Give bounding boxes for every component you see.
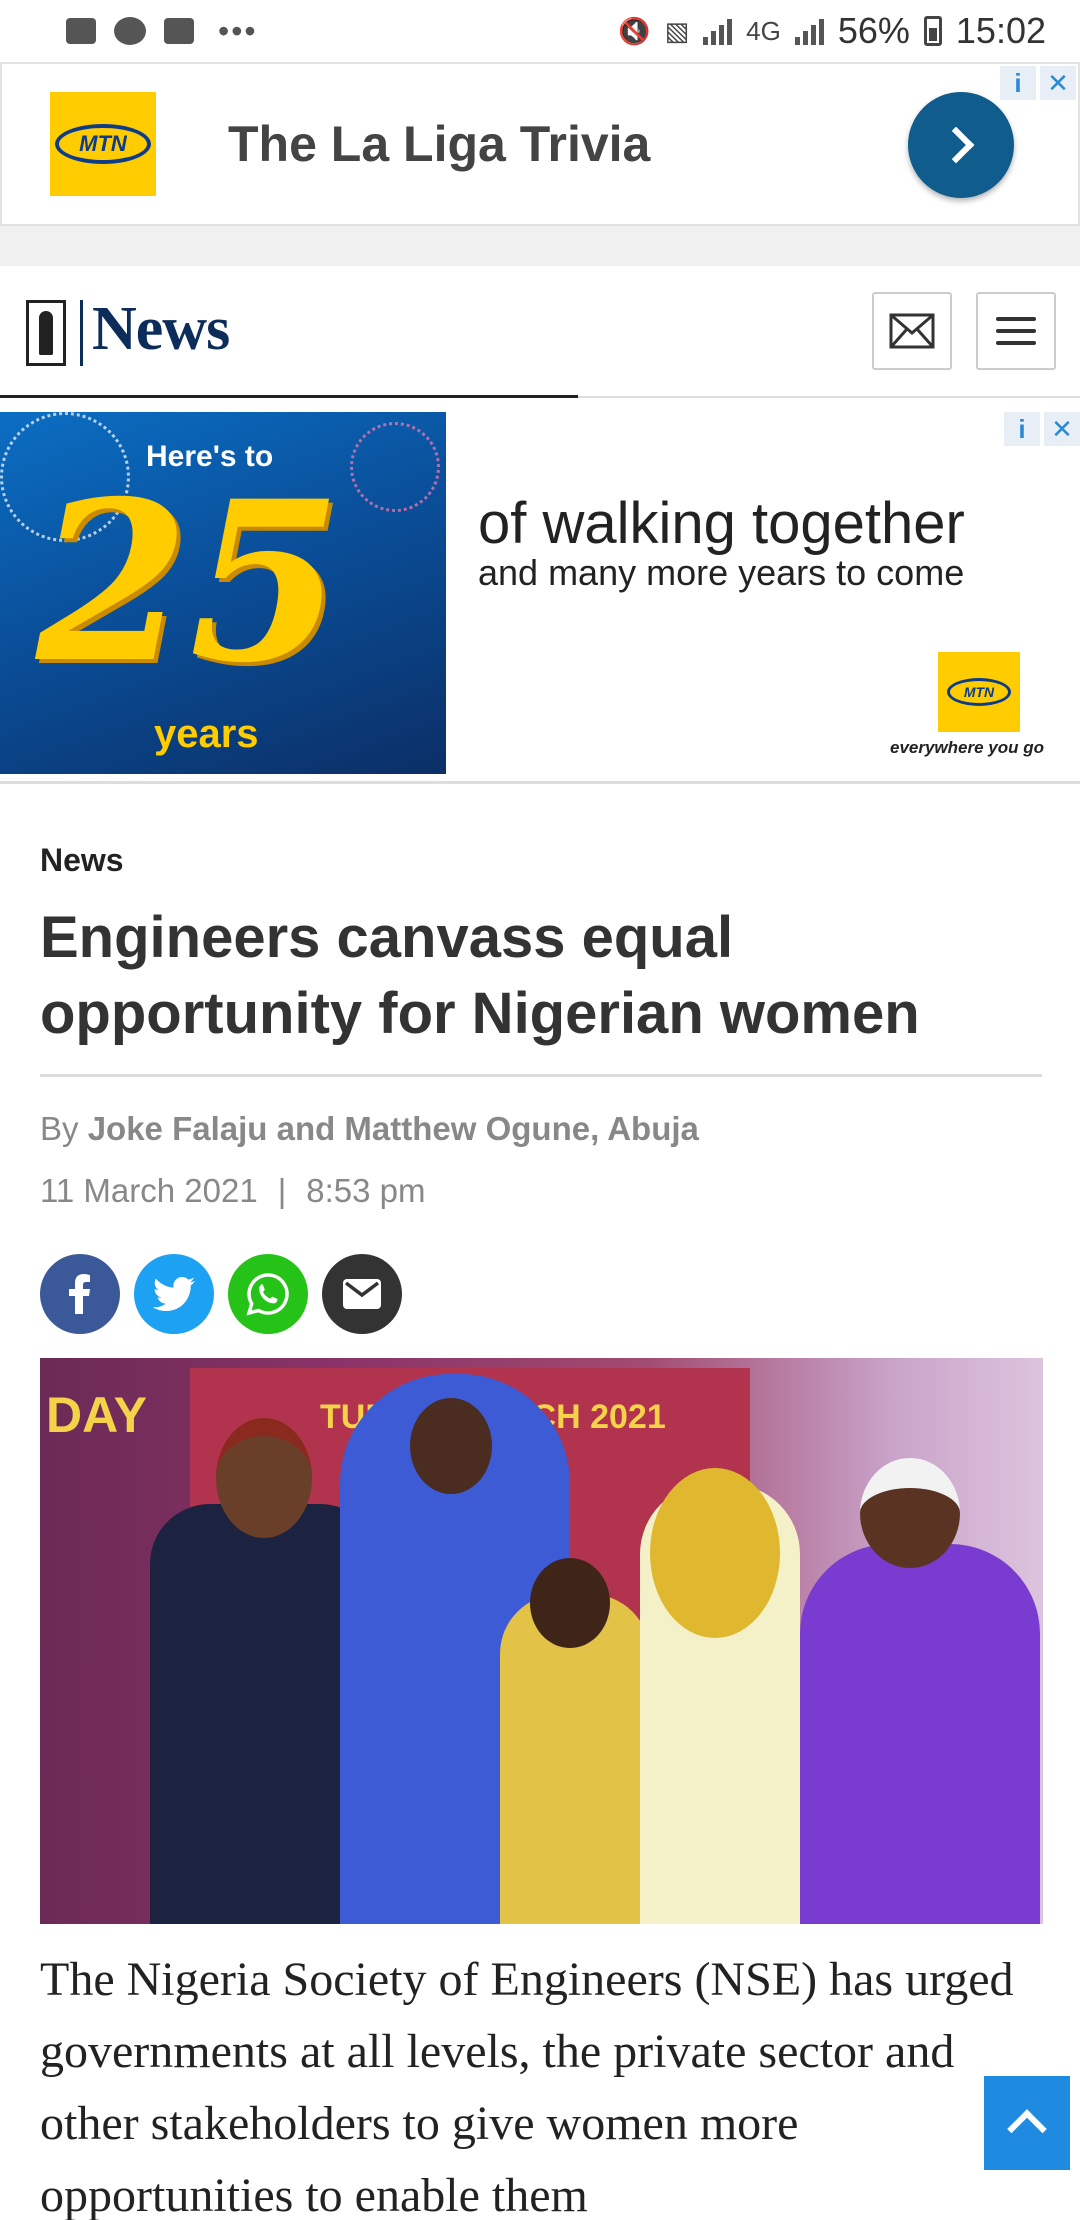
anniversary-artwork: Here's to 25 years xyxy=(0,412,446,774)
article-time: 8:53 pm xyxy=(306,1172,426,1209)
person-head xyxy=(860,1458,960,1568)
cloud-icon xyxy=(114,17,146,45)
signal-icon xyxy=(703,17,733,45)
ad-years: years xyxy=(154,712,259,756)
article-body: The Nigeria Society of Engineers (NSE) h… xyxy=(40,1953,1014,2220)
top-ad-banner[interactable]: MTN The La Liga Trivia i ✕ xyxy=(0,62,1080,226)
date-separator: | xyxy=(277,1172,287,1209)
article-dateline: 11 March 2021 | 8:53 pm xyxy=(40,1172,426,1210)
network-type: 4G xyxy=(746,15,781,46)
notification-icons: ••• xyxy=(66,13,258,50)
twitter-share-button[interactable] xyxy=(134,1254,214,1334)
article-category[interactable]: News xyxy=(40,842,124,879)
yellow-hijab xyxy=(650,1468,780,1638)
status-bar: ••• 🔇 ▧ 4G 56% 15:02 xyxy=(0,0,1080,62)
chevron-right-icon xyxy=(937,126,975,164)
person-head xyxy=(216,1418,312,1538)
ad-subheadline: and many more years to come xyxy=(478,552,965,593)
article-date: 11 March 2021 xyxy=(40,1172,258,1209)
back-to-top-button[interactable] xyxy=(984,2076,1070,2170)
signal-icon-2 xyxy=(794,17,824,45)
youtube-icon xyxy=(164,18,194,44)
firework-icon xyxy=(350,422,440,512)
ad-close-icon[interactable]: ✕ xyxy=(1040,66,1076,100)
mute-icon: 🔇 xyxy=(618,15,651,46)
newsletter-button[interactable] xyxy=(872,292,952,370)
ad-tagline: everywhere you go xyxy=(890,738,1045,757)
share-bar xyxy=(40,1254,402,1334)
article-authors: Joke Falaju and Matthew Ogune, Abuja xyxy=(87,1110,699,1147)
torch-logo-icon[interactable] xyxy=(26,300,66,366)
mtn-logo: MTN xyxy=(50,92,156,196)
facebook-icon xyxy=(69,1274,90,1314)
byline-prefix: By xyxy=(40,1110,79,1147)
ad-separator xyxy=(0,226,1080,266)
ad-close-icon[interactable]: ✕ xyxy=(1044,412,1080,446)
site-logo[interactable]: News xyxy=(92,294,230,365)
email-share-button[interactable] xyxy=(322,1254,402,1334)
whatsapp-share-button[interactable] xyxy=(228,1254,308,1334)
article-byline: By Joke Falaju and Matthew Ogune, Abuja xyxy=(40,1110,699,1148)
article-photo: DAY TUES H MARCH 2021 xyxy=(40,1358,1043,1924)
mtn-logo: MTN xyxy=(938,652,1020,732)
logo-divider xyxy=(80,300,83,366)
ad-choices: i ✕ xyxy=(1004,412,1080,446)
twitter-icon xyxy=(153,1277,195,1311)
banner-ad[interactable]: Here's to 25 years of walking together a… xyxy=(0,412,1080,784)
headline-divider xyxy=(40,1074,1042,1077)
woman-purple-outfit xyxy=(800,1544,1040,1924)
ad-choices: i ✕ xyxy=(1000,66,1076,100)
sim-icon: ▧ xyxy=(664,15,690,46)
site-header: News xyxy=(0,266,1080,398)
top-ad-open-button[interactable] xyxy=(908,92,1014,198)
ad-info-icon[interactable]: i xyxy=(1004,412,1040,446)
person-head xyxy=(530,1558,610,1648)
battery-icon xyxy=(923,16,942,46)
photo-banner-day: DAY xyxy=(46,1387,147,1443)
system-icons: 🔇 ▧ 4G 56% 15:02 xyxy=(618,10,1046,52)
ad-info-icon[interactable]: i xyxy=(1000,66,1036,100)
envelope-icon xyxy=(343,1279,381,1309)
whatsapp-icon xyxy=(246,1273,289,1316)
more-notifications-icon: ••• xyxy=(218,12,258,49)
battery-percent: 56% xyxy=(837,10,910,51)
article-headline: Engineers canvass equal opportunity for … xyxy=(40,905,920,1046)
menu-button[interactable] xyxy=(976,292,1056,370)
ad-anniversary-number: 25 xyxy=(36,452,343,711)
facebook-share-button[interactable] xyxy=(40,1254,120,1334)
gallery-icon xyxy=(66,18,96,44)
ad-headline: of walking together xyxy=(478,491,965,556)
envelope-icon xyxy=(889,313,935,349)
person-head xyxy=(410,1398,492,1494)
hamburger-icon xyxy=(996,317,1036,345)
top-ad-title: The La Liga Trivia xyxy=(228,116,651,172)
chevron-up-icon xyxy=(1007,2109,1047,2149)
clock: 15:02 xyxy=(955,10,1046,51)
header-underline xyxy=(0,395,578,398)
